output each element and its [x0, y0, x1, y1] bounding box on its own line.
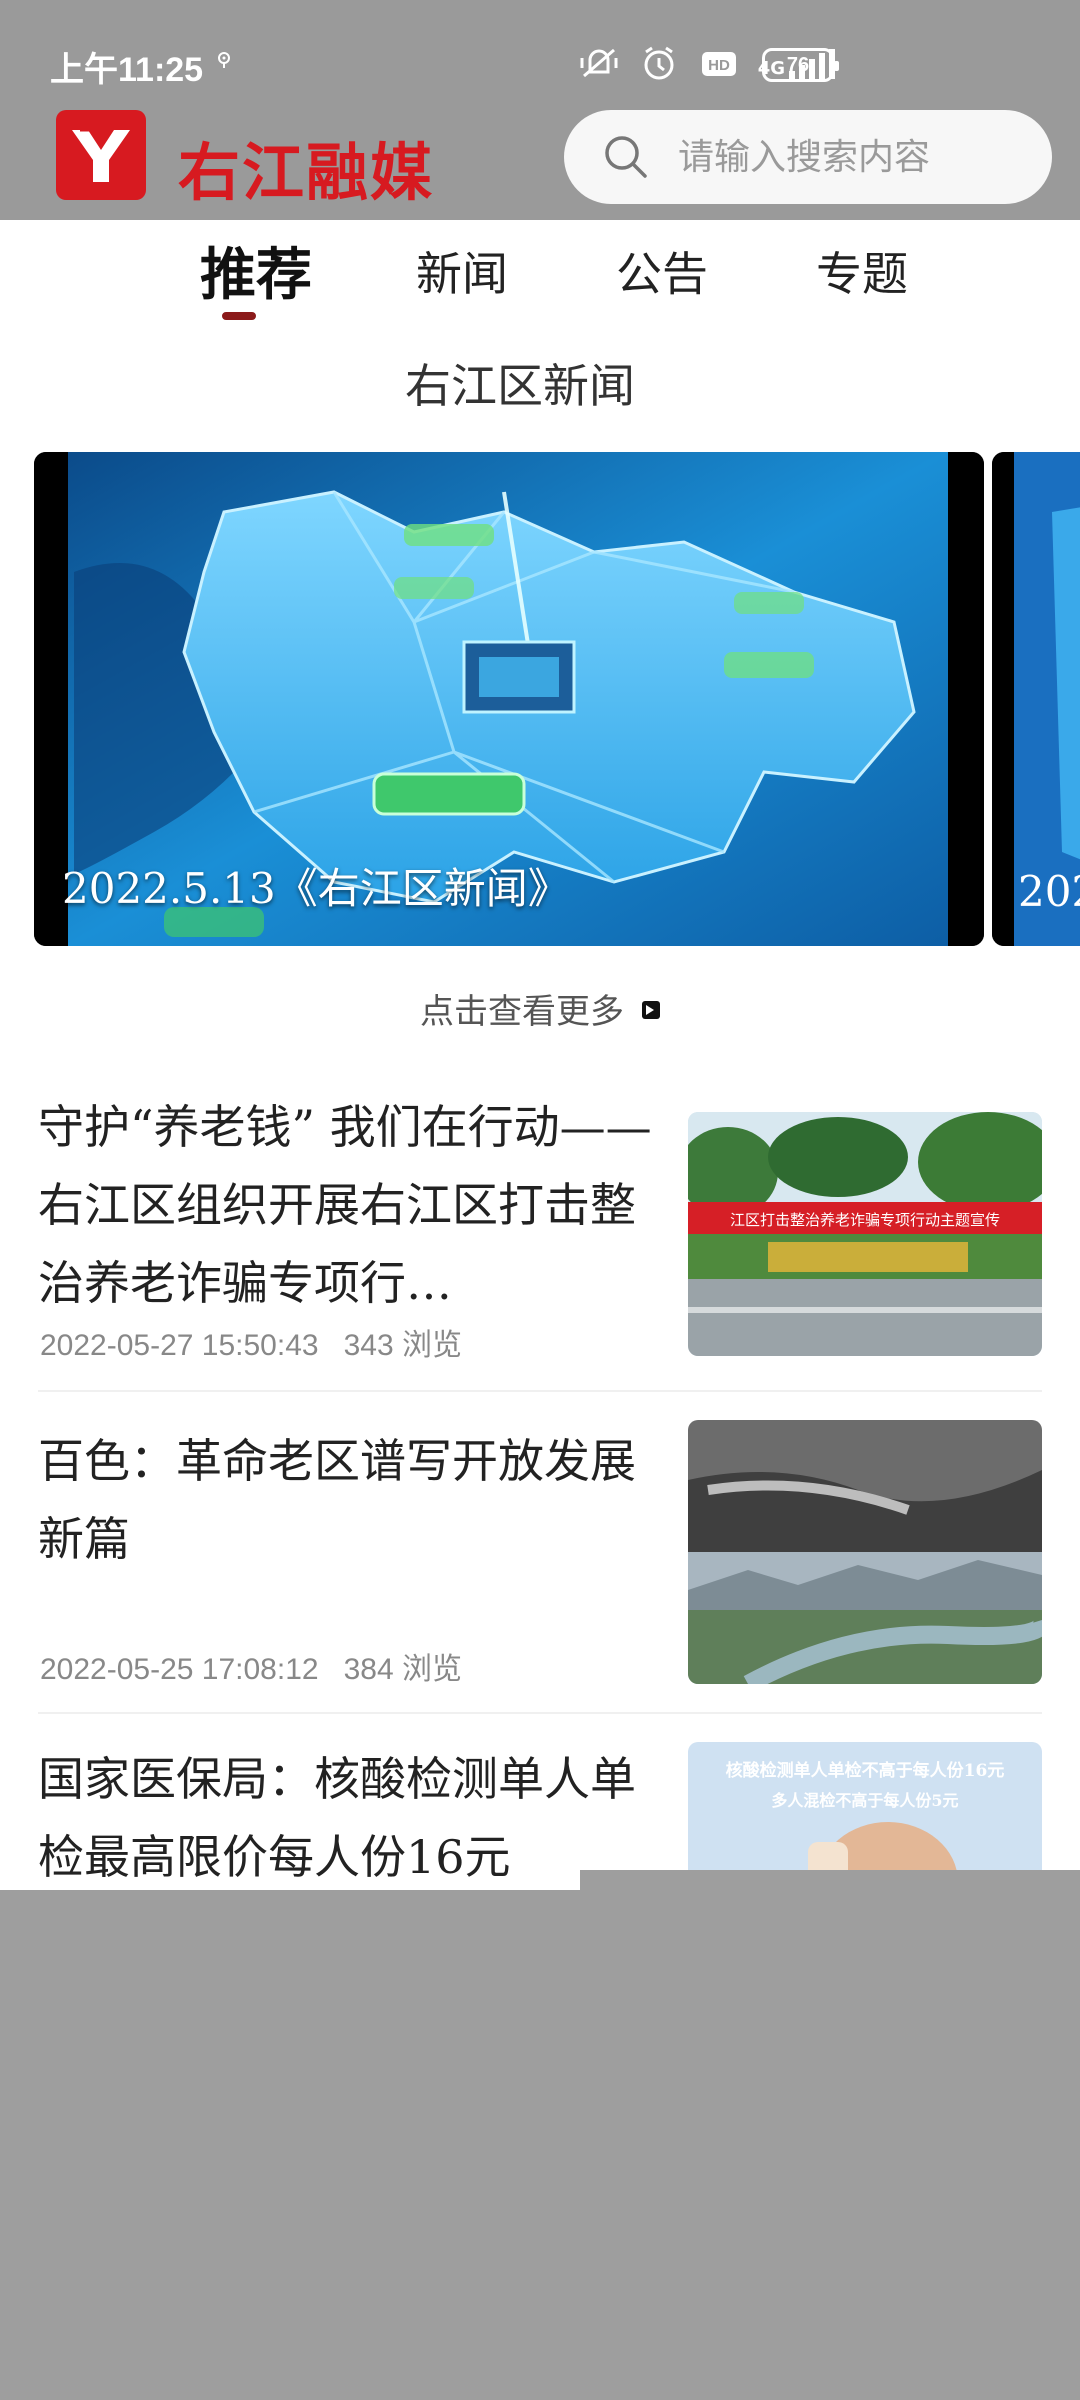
- search-icon: [605, 136, 647, 178]
- view-more-link[interactable]: 点击查看更多: [0, 984, 1080, 1033]
- thumb-line2: 多人混检不高于每人份5元: [771, 1791, 958, 1810]
- thumb-line1: 核酸检测单人单检不高于每人份16元: [726, 1760, 1005, 1781]
- news-title: 国家医保局：核酸检测单人单检最高限价每人份16元: [38, 1752, 636, 1884]
- divider: [38, 1390, 1042, 1392]
- location-icon: [218, 52, 230, 68]
- tab-announcements[interactable]: 公告: [616, 238, 708, 304]
- news-thumbnail: 核酸检测单人单检不高于每人份16元 多人混检不高于每人份5元: [688, 1742, 1042, 1890]
- news-views: 384 浏览: [343, 1653, 462, 1686]
- svg-text:HD: HD: [708, 57, 730, 74]
- bottom-overlay-edge: [580, 1870, 1080, 1890]
- thumb-banner-text: 江区打击整治养老诈骗专项行动主题宣传: [730, 1211, 1000, 1229]
- status-time: 上午11:25: [50, 51, 204, 89]
- app-logo-text: 右江融媒: [178, 136, 435, 209]
- tab-news[interactable]: 新闻: [416, 238, 508, 304]
- tab-topics[interactable]: 专题: [816, 238, 908, 304]
- hd-icon: HD: [701, 52, 736, 76]
- bottom-overlay: [0, 1890, 1080, 2400]
- status-bar: 上午11:25 HD 4G 76: [0, 0, 1080, 110]
- category-tabs: 推荐 新闻 公告 专题: [0, 220, 1080, 330]
- news-item[interactable]: 百色：革命老区谱写开放发展新篇 2022-05-25 17:08:12 384 …: [38, 1416, 1042, 1706]
- news-views: 343 浏览: [343, 1329, 462, 1362]
- news-meta: 2022-05-25 17:08:12 384 浏览: [40, 1644, 462, 1688]
- main-content: 推荐 新闻 公告 专题 右江区新闻 2022.5.13《右江区新闻》 20 点击…: [0, 220, 1080, 1890]
- alarm-icon: [644, 46, 674, 80]
- search-input[interactable]: [678, 136, 998, 178]
- app-logo-icon: [56, 110, 146, 200]
- news-title: 百色：革命老区谱写开放发展新篇: [38, 1434, 636, 1566]
- carousel-card-next[interactable]: 202: [992, 452, 1080, 946]
- battery-level: 76: [786, 53, 810, 76]
- news-title: 守护“养老钱” 我们在行动——右江区组织开展右江区打击整治养老诈骗专项行…: [38, 1100, 652, 1310]
- app-header: 上午11:25 HD 4G 76 右江融媒 请输入搜索内容: [0, 0, 1080, 220]
- arrow-right-icon: [642, 1001, 660, 1019]
- active-tab-indicator: [222, 312, 256, 320]
- news-thumbnail: 江区打击整治养老诈骗专项行动主题宣传: [688, 1112, 1042, 1356]
- screen: 上午11:25 HD 4G 76 右江融媒 请输入搜索内容 推荐 新闻 公告 专…: [0, 0, 1080, 2400]
- tab-recommend[interactable]: 推荐: [200, 230, 312, 311]
- divider: [38, 1712, 1042, 1714]
- news-thumbnail: [688, 1420, 1042, 1684]
- mute-vibrate-icon: [580, 48, 618, 78]
- search-bar[interactable]: [564, 110, 1052, 204]
- news-meta: 2022-05-27 15:50:43 343 浏览: [40, 1320, 462, 1364]
- view-more-label: 点击查看更多: [420, 992, 624, 1032]
- news-item[interactable]: 国家医保局：核酸检测单人单检最高限价每人份16元 核酸检测单人单检不高于每人份1…: [38, 1738, 1042, 1890]
- carousel-caption-next: 202: [1018, 867, 1080, 916]
- carousel-caption: 2022.5.13《右江区新闻》: [62, 864, 570, 913]
- carousel-card[interactable]: 2022.5.13《右江区新闻》: [34, 452, 984, 946]
- news-date: 2022-05-25 17:08:12: [40, 1653, 319, 1686]
- battery-icon: 76: [762, 48, 839, 82]
- news-item[interactable]: 守护“养老钱” 我们在行动——右江区组织开展右江区打击整治养老诈骗专项行… 20…: [38, 1088, 1042, 1388]
- news-date: 2022-05-27 15:50:43: [40, 1329, 319, 1362]
- section-title: 右江区新闻: [405, 359, 635, 413]
